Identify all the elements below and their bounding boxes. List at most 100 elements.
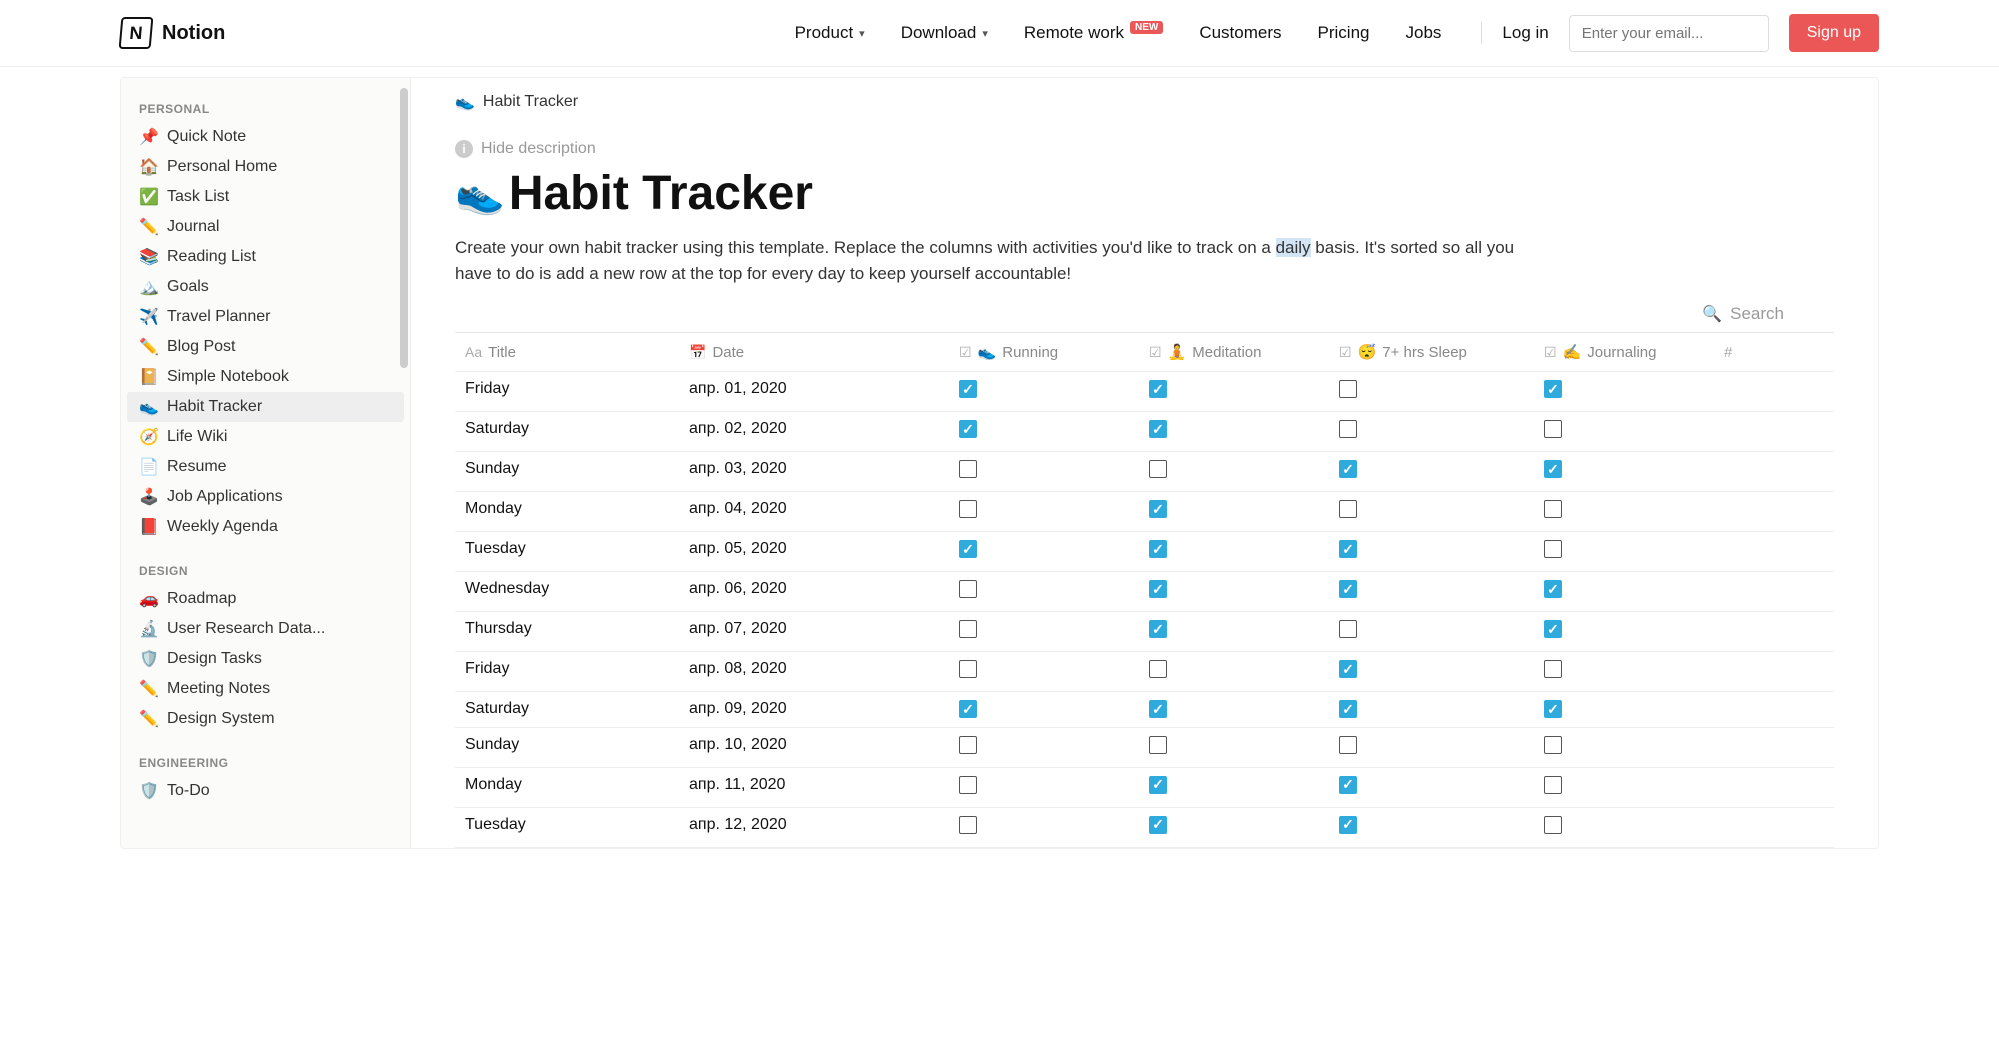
checkbox[interactable] — [1149, 700, 1167, 718]
sidebar-item[interactable]: 🔬User Research Data... — [121, 614, 410, 644]
nav-login[interactable]: Log in — [1502, 23, 1548, 43]
checkbox[interactable] — [1149, 500, 1167, 518]
sidebar-item[interactable]: ✏️Blog Post — [121, 332, 410, 362]
checkbox[interactable] — [1149, 736, 1167, 754]
table-row[interactable]: Mondayапр. 04, 2020 — [455, 492, 1834, 532]
hide-description-button[interactable]: i Hide description — [455, 140, 1834, 158]
nav-download[interactable]: Download ▾ — [901, 23, 988, 43]
sidebar-item[interactable]: 🛡️To-Do — [121, 776, 410, 806]
table-search[interactable]: 🔍 Search — [455, 304, 1834, 324]
checkbox[interactable] — [1339, 736, 1357, 754]
table-row[interactable]: Sundayапр. 03, 2020 — [455, 452, 1834, 492]
sidebar-item[interactable]: 🛡️Design Tasks — [121, 644, 410, 674]
checkbox[interactable] — [1339, 540, 1357, 558]
checkbox[interactable] — [1149, 776, 1167, 794]
table-row[interactable]: Sundayапр. 10, 2020 — [455, 728, 1834, 768]
signup-button[interactable]: Sign up — [1789, 14, 1879, 52]
checkbox[interactable] — [1339, 700, 1357, 718]
nav-jobs[interactable]: Jobs — [1405, 23, 1441, 43]
checkbox[interactable] — [1339, 460, 1357, 478]
sidebar-item[interactable]: ✏️Meeting Notes — [121, 674, 410, 704]
sidebar-item[interactable]: 👟Habit Tracker — [127, 392, 404, 422]
col-date[interactable]: 📅 Date — [679, 333, 949, 371]
sidebar-item[interactable]: 🏔️Goals — [121, 272, 410, 302]
checkbox[interactable] — [959, 540, 977, 558]
col-journaling[interactable]: ☑ ✍️Journaling — [1534, 333, 1714, 371]
sidebar-item[interactable]: 📄Resume — [121, 452, 410, 482]
checkbox[interactable] — [1149, 660, 1167, 678]
checkbox[interactable] — [959, 420, 977, 438]
checkbox[interactable] — [1544, 380, 1562, 398]
sidebar-item[interactable]: 🏠Personal Home — [121, 152, 410, 182]
checkbox[interactable] — [1544, 700, 1562, 718]
col-title[interactable]: Aa Title — [455, 333, 679, 371]
sidebar-item[interactable]: 🕹️Job Applications — [121, 482, 410, 512]
table-row[interactable]: Fridayапр. 08, 2020 — [455, 652, 1834, 692]
sidebar-item[interactable]: ✈️Travel Planner — [121, 302, 410, 332]
col-meditation[interactable]: ☑ 🧘Meditation — [1139, 333, 1329, 371]
col-sleep[interactable]: ☑ 😴7+ hrs Sleep — [1329, 333, 1534, 371]
checkbox[interactable] — [959, 620, 977, 638]
table-row[interactable]: Thursdayапр. 07, 2020 — [455, 612, 1834, 652]
checkbox[interactable] — [1149, 580, 1167, 598]
checkbox[interactable] — [1544, 776, 1562, 794]
checkbox[interactable] — [959, 736, 977, 754]
sidebar-item[interactable]: ✅Task List — [121, 182, 410, 212]
checkbox[interactable] — [1149, 620, 1167, 638]
table-row[interactable]: Tuesdayапр. 05, 2020 — [455, 532, 1834, 572]
table-row[interactable]: Saturdayапр. 02, 2020 — [455, 412, 1834, 452]
checkbox[interactable] — [1149, 816, 1167, 834]
checkbox[interactable] — [959, 380, 977, 398]
sidebar-item[interactable]: 📌Quick Note — [121, 122, 410, 152]
checkbox[interactable] — [1339, 420, 1357, 438]
nav-remote-work[interactable]: Remote work NEW — [1024, 23, 1163, 43]
checkbox[interactable] — [959, 580, 977, 598]
checkbox[interactable] — [1339, 580, 1357, 598]
table-row[interactable]: Saturdayапр. 09, 2020 — [455, 692, 1834, 728]
sidebar-item[interactable]: ✏️Design System — [121, 704, 410, 734]
checkbox[interactable] — [959, 816, 977, 834]
checkbox[interactable] — [1339, 380, 1357, 398]
checkbox[interactable] — [959, 660, 977, 678]
checkbox[interactable] — [1544, 620, 1562, 638]
table-row[interactable]: Mondayапр. 11, 2020 — [455, 768, 1834, 808]
sidebar-item[interactable]: ✏️Journal — [121, 212, 410, 242]
checkbox[interactable] — [1544, 500, 1562, 518]
checkbox[interactable] — [959, 776, 977, 794]
checkbox[interactable] — [1149, 380, 1167, 398]
checkbox[interactable] — [1544, 420, 1562, 438]
checkbox[interactable] — [1339, 660, 1357, 678]
checkbox[interactable] — [1544, 660, 1562, 678]
checkbox[interactable] — [959, 500, 977, 518]
checkbox[interactable] — [959, 460, 977, 478]
nav-customers[interactable]: Customers — [1199, 23, 1281, 43]
table-row[interactable]: Fridayапр. 01, 2020 — [455, 372, 1834, 412]
sidebar-scrollbar[interactable] — [400, 88, 408, 368]
table-row[interactable]: Tuesdayапр. 12, 2020 — [455, 808, 1834, 848]
sidebar-item[interactable]: 🚗Roadmap — [121, 584, 410, 614]
breadcrumb[interactable]: 👟 Habit Tracker — [455, 92, 1834, 112]
checkbox[interactable] — [1544, 460, 1562, 478]
checkbox[interactable] — [1544, 580, 1562, 598]
checkbox[interactable] — [1339, 816, 1357, 834]
checkbox[interactable] — [1149, 540, 1167, 558]
checkbox[interactable] — [1149, 460, 1167, 478]
sidebar-item[interactable]: 🧭Life Wiki — [121, 422, 410, 452]
checkbox[interactable] — [1339, 776, 1357, 794]
col-add[interactable]: # — [1714, 333, 1744, 371]
checkbox[interactable] — [1339, 500, 1357, 518]
brand-logo[interactable]: N Notion — [120, 17, 225, 49]
table-row[interactable]: Wednesdayапр. 06, 2020 — [455, 572, 1834, 612]
sidebar-item[interactable]: 📔Simple Notebook — [121, 362, 410, 392]
checkbox[interactable] — [1544, 816, 1562, 834]
col-running[interactable]: ☑ 👟Running — [949, 333, 1139, 371]
checkbox[interactable] — [959, 700, 977, 718]
email-input[interactable] — [1569, 15, 1769, 52]
checkbox[interactable] — [1544, 736, 1562, 754]
nav-pricing[interactable]: Pricing — [1318, 23, 1370, 43]
checkbox[interactable] — [1339, 620, 1357, 638]
checkbox[interactable] — [1544, 540, 1562, 558]
checkbox[interactable] — [1149, 420, 1167, 438]
sidebar-item[interactable]: 📕Weekly Agenda — [121, 512, 410, 542]
nav-product[interactable]: Product ▾ — [795, 23, 865, 43]
